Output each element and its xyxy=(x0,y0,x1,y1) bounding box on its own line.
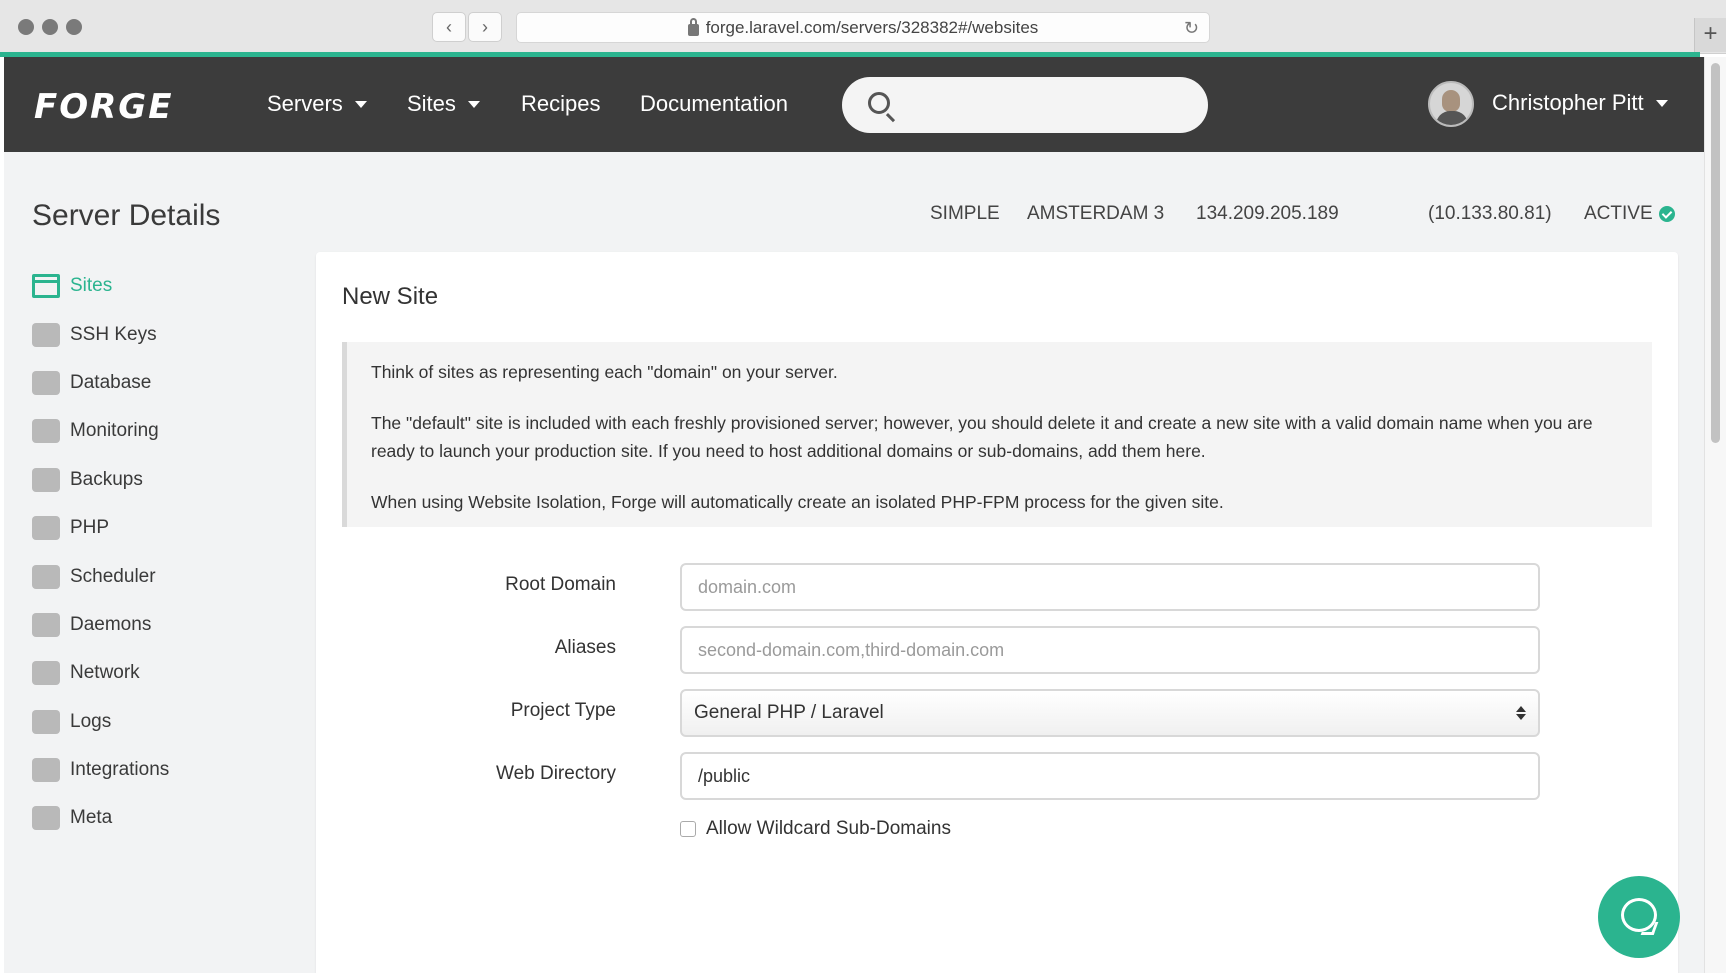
card-title: New Site xyxy=(342,283,439,310)
nav-sites-menu[interactable]: Sites xyxy=(407,91,480,117)
check-circle-icon xyxy=(1658,206,1675,222)
elephant-icon xyxy=(32,516,60,541)
page-content: Server Details SIMPLE AMSTERDAM 3 134.20… xyxy=(4,152,1704,973)
nav-servers-menu[interactable]: Servers xyxy=(267,91,367,117)
browser-window-icon xyxy=(32,274,60,299)
project-type-label: Project Type xyxy=(510,700,616,721)
browser-chrome: ‹ › forge.laravel.com/servers/328382#/we… xyxy=(0,0,1726,54)
web-directory-input[interactable] xyxy=(680,752,1540,800)
chart-icon xyxy=(32,419,60,444)
sidebar-item-backups[interactable]: Backups xyxy=(32,456,272,504)
sidebar-item-logs[interactable]: Logs xyxy=(32,698,272,746)
sidebar-item-daemons[interactable]: Daemons xyxy=(32,601,272,649)
sidebar-item-label: PHP xyxy=(70,517,110,539)
nav-recipes-link[interactable]: Recipes xyxy=(521,91,600,117)
caret-down-icon xyxy=(1655,99,1668,107)
nav-documentation-link[interactable]: Documentation xyxy=(640,91,788,117)
page-title: Server Details xyxy=(32,199,221,232)
status-label: ACTIVE xyxy=(1584,203,1653,224)
sidebar-item-monitoring[interactable]: Monitoring xyxy=(32,407,272,455)
server-plan: SIMPLE xyxy=(930,203,1000,224)
caret-down-icon xyxy=(467,100,480,108)
plug-icon xyxy=(32,758,60,783)
chevron-left-icon: ‹ xyxy=(446,16,452,37)
server-region: AMSTERDAM 3 xyxy=(1027,203,1165,224)
web-directory-label: Web Directory xyxy=(495,763,616,784)
sidebar-item-label: Sites xyxy=(70,275,113,297)
lock-icon xyxy=(687,17,699,36)
sidebar-item-scheduler[interactable]: Scheduler xyxy=(32,552,272,600)
key-icon xyxy=(32,322,60,347)
sidebar-item-label: Monitoring xyxy=(70,420,159,442)
reload-icon[interactable]: ↻ xyxy=(1184,18,1199,39)
top-navigation: FORGE Servers Sites Recipes Documentatio… xyxy=(4,57,1704,152)
user-menu[interactable]: Christopher Pitt xyxy=(1492,90,1668,116)
chevron-right-icon: › xyxy=(482,16,488,37)
aliases-label: Aliases xyxy=(554,637,616,658)
chat-bubble-icon xyxy=(1621,898,1657,932)
vertical-scrollbar[interactable] xyxy=(1704,57,1726,973)
project-type-select[interactable]: General PHP / Laravel xyxy=(680,689,1540,737)
sidebar-item-label: Network xyxy=(70,662,140,684)
sidebar-item-integrations[interactable]: Integrations xyxy=(32,746,272,794)
wildcard-subdomains-label: Allow Wildcard Sub-Domains xyxy=(706,818,951,839)
sidebar: Sites SSH Keys Database Monitoring Backu… xyxy=(32,262,272,843)
root-domain-label: Root Domain xyxy=(505,574,616,595)
sidebar-item-label: Integrations xyxy=(70,759,170,781)
server-public-ip: 134.209.205.189 xyxy=(1196,203,1339,224)
globe-icon xyxy=(32,661,60,686)
back-button[interactable]: ‹ xyxy=(432,12,466,42)
chat-support-button[interactable] xyxy=(1598,876,1680,958)
caret-down-icon xyxy=(354,100,367,108)
sidebar-item-database[interactable]: Database xyxy=(32,359,272,407)
maximize-window-button[interactable] xyxy=(66,19,82,35)
sidebar-item-ssh-keys[interactable]: SSH Keys xyxy=(32,310,272,358)
sidebar-item-sites[interactable]: Sites xyxy=(32,262,272,310)
wildcard-subdomains-option[interactable]: Allow Wildcard Sub-Domains xyxy=(680,818,951,840)
address-bar[interactable]: forge.laravel.com/servers/328382#/websit… xyxy=(516,12,1210,43)
sidebar-item-meta[interactable]: Meta xyxy=(32,794,272,842)
select-arrows-icon xyxy=(1516,706,1526,720)
info-panel: Think of sites as representing each "dom… xyxy=(342,342,1652,527)
sidebar-item-label: Meta xyxy=(70,807,113,829)
aliases-input[interactable] xyxy=(680,626,1540,674)
database-icon xyxy=(32,370,60,395)
server-status: ACTIVE xyxy=(1584,203,1675,225)
user-avatar[interactable] xyxy=(1428,81,1474,127)
calendar-icon xyxy=(32,564,60,589)
tag-icon xyxy=(32,806,60,831)
bolt-icon xyxy=(32,612,60,637)
forge-logo[interactable]: FORGE xyxy=(34,87,173,127)
new-site-card: New Site Think of sites as representing … xyxy=(316,252,1678,973)
project-type-value: General PHP / Laravel xyxy=(694,702,884,723)
search-icon xyxy=(868,92,890,114)
sidebar-item-label: Daemons xyxy=(70,613,152,635)
info-text: When using Website Isolation, Forge will… xyxy=(371,492,1224,512)
wildcard-subdomains-checkbox[interactable] xyxy=(680,821,696,837)
server-private-ip: (10.133.80.81) xyxy=(1428,203,1552,224)
sidebar-item-php[interactable]: PHP xyxy=(32,504,272,552)
sidebar-item-label: SSH Keys xyxy=(70,323,157,345)
layers-icon xyxy=(32,467,60,492)
minimize-window-button[interactable] xyxy=(42,19,58,35)
sidebar-item-label: Scheduler xyxy=(70,565,156,587)
user-name: Christopher Pitt xyxy=(1492,90,1644,115)
info-text: The "default" site is included with each… xyxy=(371,413,1593,461)
new-tab-button[interactable]: + xyxy=(1694,18,1726,52)
info-text: Think of sites as representing each "dom… xyxy=(371,362,838,382)
search-bar[interactable] xyxy=(842,77,1208,133)
url-text: forge.laravel.com/servers/328382#/websit… xyxy=(705,17,1039,37)
close-window-button[interactable] xyxy=(18,19,34,35)
sidebar-item-label: Database xyxy=(70,371,152,393)
nav-sites-label: Sites xyxy=(407,91,456,116)
nav-servers-label: Servers xyxy=(267,91,343,116)
sidebar-item-label: Logs xyxy=(70,710,112,732)
root-domain-input[interactable] xyxy=(680,563,1540,611)
scrollbar-thumb[interactable] xyxy=(1711,63,1720,443)
sidebar-item-network[interactable]: Network xyxy=(32,649,272,697)
log-icon xyxy=(32,709,60,734)
sidebar-item-label: Backups xyxy=(70,468,143,490)
forward-button[interactable]: › xyxy=(468,12,502,42)
